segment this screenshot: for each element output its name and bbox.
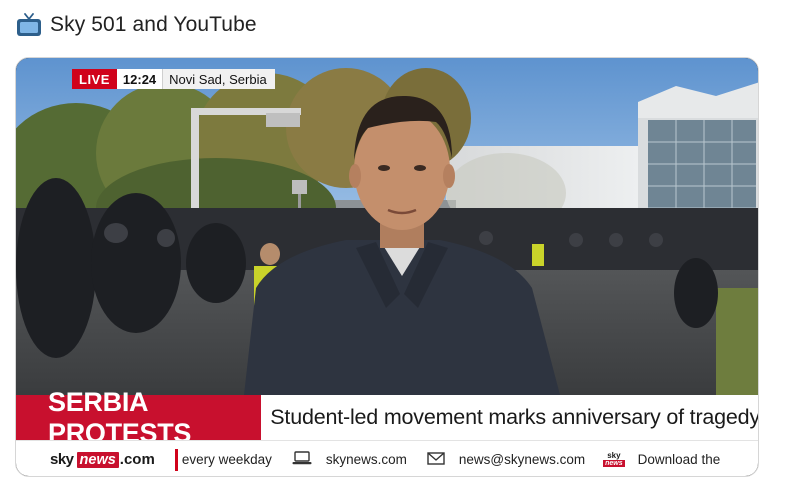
ticker-item-download: Download the [637,452,721,467]
live-location: Novi Sad, Serbia [162,69,275,89]
post-header: Sky 501 and YouTube [16,10,257,40]
dotcom-logo-text: .com [119,451,155,468]
live-bug: LIVE 12:24 Novi Sad, Serbia [72,69,275,89]
video-frame[interactable]: LIVE 12:24 Novi Sad, Serbia [16,58,758,395]
mini-sky-word: sky [607,451,621,460]
live-label: LIVE [72,69,117,89]
ticker-item-weekday: every weekday [181,452,272,467]
ticker-item-email: news@skynews.com [458,452,586,467]
post-title: Sky 501 and YouTube [50,13,257,36]
headline-text: Student-led movement marks anniversary o… [270,405,759,429]
lower-third: SERBIA PROTESTS Student-led movement mar… [16,387,759,448]
laptop-icon [292,451,312,468]
television-icon [16,13,42,37]
news-logo-box: news [76,451,119,468]
mini-news-word: news [603,460,625,467]
sky-news-app-icon: sky news [603,452,625,467]
news-ticker: sky news .com every weekday skynews.com … [16,440,758,476]
ticker-divider [174,448,178,471]
sky-news-logo: sky news .com [50,451,155,468]
headline-tag: SERBIA PROTESTS [16,387,262,448]
live-time: 12:24 [116,69,163,89]
ticker-item-website: skynews.com [325,452,407,467]
envelope-icon [427,451,445,468]
sky-logo-word: sky [50,451,74,468]
video-player[interactable]: LIVE 12:24 Novi Sad, Serbia SERBIA PROTE… [15,57,759,477]
